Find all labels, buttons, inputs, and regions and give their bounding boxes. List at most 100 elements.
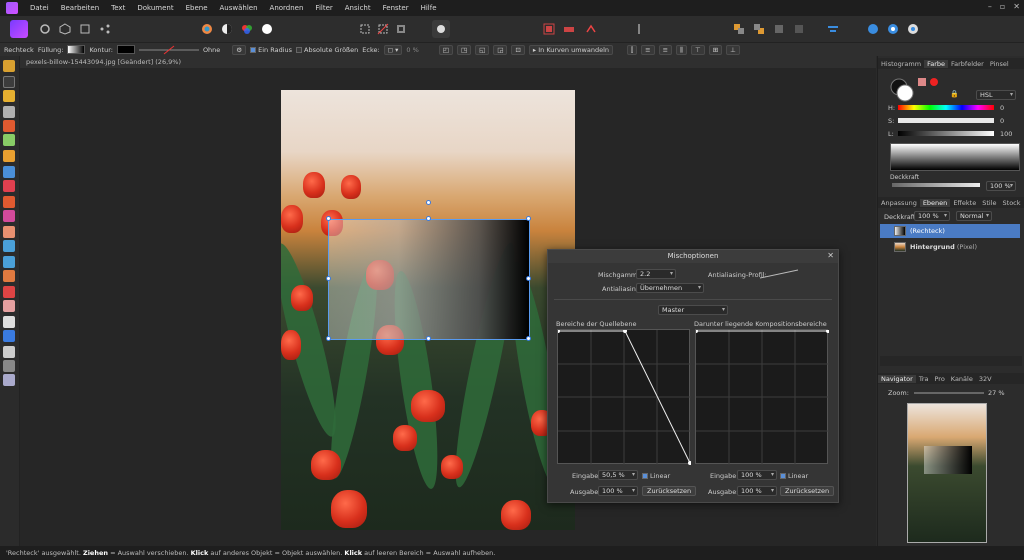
- contrast-icon[interactable]: [218, 20, 236, 38]
- erase-icon[interactable]: [3, 210, 15, 222]
- l-value[interactable]: 100: [1000, 130, 1012, 138]
- share-icon[interactable]: [96, 20, 114, 38]
- color-well-icon[interactable]: [890, 78, 914, 102]
- boolean-subtract-icon[interactable]: [790, 20, 808, 38]
- source-output-field[interactable]: 100 %: [598, 486, 638, 496]
- tab-farbe[interactable]: Farbe: [924, 59, 948, 68]
- corner-bl-button[interactable]: ◱: [475, 44, 490, 55]
- menu-hilfe[interactable]: Hilfe: [415, 4, 443, 12]
- s-value[interactable]: 0: [1000, 117, 1004, 125]
- snapping-icon[interactable]: [540, 20, 558, 38]
- distribute-button[interactable]: ⫼: [676, 44, 688, 55]
- resize-handle[interactable]: [426, 336, 431, 341]
- tab-stock[interactable]: Stock: [1000, 199, 1024, 207]
- zoom-value[interactable]: 27 %: [988, 389, 1005, 397]
- radius-checkbox[interactable]: Ein Radius: [250, 46, 292, 54]
- align-left-button[interactable]: ⫿: [627, 44, 638, 55]
- tab-navigator[interactable]: Navigator: [878, 374, 916, 383]
- tab-effekte[interactable]: Effekte: [950, 199, 979, 207]
- menu-fenster[interactable]: Fenster: [377, 4, 415, 12]
- tab-32v[interactable]: 32V: [976, 375, 995, 383]
- designer-persona-icon[interactable]: [10, 20, 28, 38]
- tab-protocol[interactable]: Pro: [931, 375, 947, 383]
- move-icon[interactable]: [3, 76, 15, 88]
- tab-transform[interactable]: Tra: [916, 375, 932, 383]
- underlying-range-graph[interactable]: [694, 329, 830, 465]
- hue-slider[interactable]: [898, 105, 994, 110]
- patch-icon[interactable]: [3, 300, 15, 312]
- color-wheel-icon[interactable]: [198, 20, 216, 38]
- layer-row-rechteck[interactable]: (Rechteck): [880, 224, 1020, 238]
- tab-histogram[interactable]: Histogramm: [878, 60, 924, 68]
- invert-selection-icon[interactable]: [392, 20, 410, 38]
- tab-stile[interactable]: Stile: [979, 199, 999, 207]
- eyedropper-icon[interactable]: [918, 78, 926, 86]
- source-linear-checkbox[interactable]: Linear: [642, 472, 670, 480]
- text-tool-icon[interactable]: [3, 346, 15, 358]
- tab-pinsel[interactable]: Pinsel: [987, 60, 1012, 68]
- blend-mode-dropdown[interactable]: Normal: [956, 211, 992, 221]
- close-icon[interactable]: ✕: [827, 251, 834, 260]
- menu-filter[interactable]: Filter: [309, 4, 338, 12]
- layer-opacity-field[interactable]: 100 %: [914, 211, 950, 221]
- under-linear-checkbox[interactable]: Linear: [780, 472, 808, 480]
- source-input-field[interactable]: 50,5 %: [598, 470, 638, 480]
- lock-icon[interactable]: 🔒: [950, 90, 959, 98]
- resize-handle[interactable]: [526, 276, 531, 281]
- lightness-slider[interactable]: [898, 131, 994, 136]
- red-eye-icon[interactable]: [3, 286, 15, 298]
- under-reset-button[interactable]: Zurücksetzen: [780, 486, 835, 496]
- h-value[interactable]: 0: [1000, 104, 1004, 112]
- menu-auswaehlen[interactable]: Auswählen: [214, 4, 264, 12]
- align-right-button[interactable]: ≡: [658, 44, 673, 55]
- studio-link-icon[interactable]: [884, 20, 902, 38]
- resize-handle[interactable]: [526, 336, 531, 341]
- convert-to-curves-button[interactable]: ▸ In Kurven umwandeln: [528, 44, 614, 55]
- align-top-button[interactable]: ⊤: [691, 44, 705, 55]
- resize-handle[interactable]: [326, 216, 331, 221]
- menu-ebene[interactable]: Ebene: [180, 4, 214, 12]
- align-middle-button[interactable]: ⊞: [708, 44, 723, 55]
- snap-options-icon[interactable]: [582, 20, 600, 38]
- pencil-icon[interactable]: [3, 134, 15, 146]
- antialias-profile-curve[interactable]: [758, 268, 800, 280]
- document-tab[interactable]: pexels-billow-15443094.jpg [Geändert] (2…: [20, 56, 876, 68]
- dodge-icon[interactable]: [3, 226, 15, 238]
- tab-ebenen[interactable]: Ebenen: [919, 198, 951, 207]
- flag-icon[interactable]: [560, 20, 578, 38]
- transform-icon[interactable]: [76, 20, 94, 38]
- assistant-icon[interactable]: [864, 20, 882, 38]
- stroke-swatch[interactable]: [116, 45, 135, 54]
- brush-icon[interactable]: [3, 196, 15, 208]
- resize-handle[interactable]: [426, 216, 431, 221]
- source-range-graph[interactable]: [556, 329, 692, 465]
- white-balance-icon[interactable]: [258, 20, 276, 38]
- resize-handle[interactable]: [526, 216, 531, 221]
- under-input-field[interactable]: 100 %: [737, 470, 777, 480]
- tab-channels[interactable]: Kanäle: [948, 375, 976, 383]
- boolean-add-icon[interactable]: [770, 20, 788, 38]
- mesh-icon[interactable]: [3, 360, 15, 372]
- rotate-handle[interactable]: [426, 200, 431, 205]
- corner-tr-button[interactable]: ◳: [456, 44, 472, 55]
- stroke-preview-icon[interactable]: [138, 45, 199, 55]
- under-output-field[interactable]: 100 %: [737, 486, 777, 496]
- gradient-icon[interactable]: [3, 180, 15, 192]
- align-center-button[interactable]: ≡: [641, 44, 655, 55]
- tab-farbfelder[interactable]: Farbfelder: [948, 60, 987, 68]
- rectangle-shape[interactable]: [328, 219, 529, 339]
- arrange-back-icon[interactable]: [750, 20, 768, 38]
- clone-icon[interactable]: [3, 256, 15, 268]
- menu-ansicht[interactable]: Ansicht: [339, 4, 377, 12]
- pixel-persona-icon[interactable]: [36, 20, 54, 38]
- tab-anpassung[interactable]: Anpassung: [878, 199, 920, 207]
- maximize-button[interactable]: ▫: [1000, 2, 1005, 11]
- snap-corner-button[interactable]: ⊡: [511, 44, 525, 55]
- menu-anordnen[interactable]: Anordnen: [264, 4, 310, 12]
- transparent-color-icon[interactable]: [930, 78, 938, 86]
- resize-handle[interactable]: [326, 336, 331, 341]
- export-persona-icon[interactable]: [56, 20, 74, 38]
- color-model-dropdown[interactable]: HSL: [976, 90, 1016, 100]
- lasso-icon[interactable]: [3, 150, 15, 162]
- menu-dokument[interactable]: Dokument: [131, 4, 179, 12]
